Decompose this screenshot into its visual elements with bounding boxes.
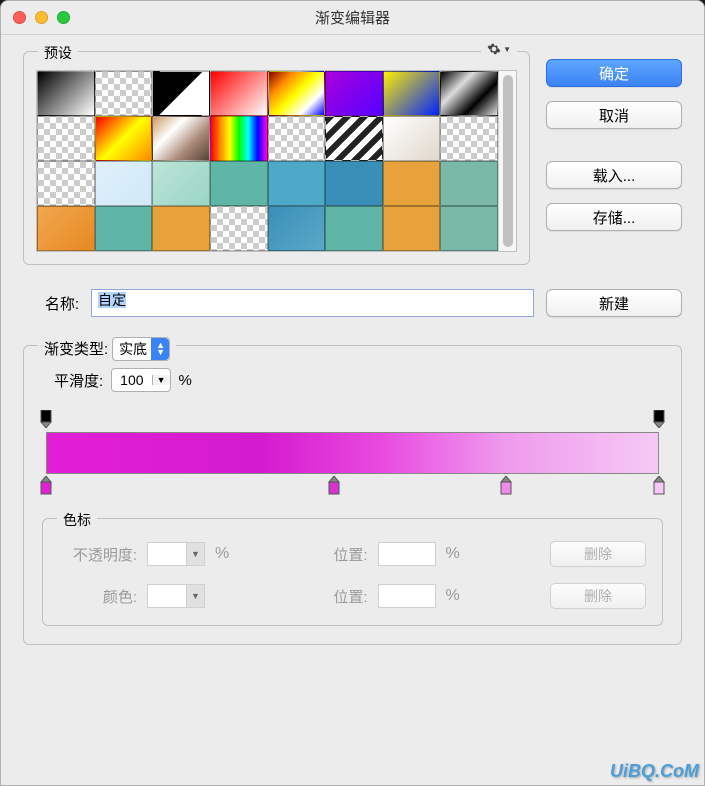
- color-stop[interactable]: [652, 476, 666, 496]
- smoothness-input[interactable]: 100 ▼: [111, 368, 170, 392]
- gradient-type-label: 渐变类型:: [44, 341, 108, 358]
- preset-swatch[interactable]: [268, 71, 326, 116]
- preset-swatch[interactable]: [210, 116, 268, 161]
- presets-scrollbar[interactable]: [498, 71, 516, 251]
- opacity-position-input[interactable]: [378, 542, 436, 566]
- preset-swatch[interactable]: [152, 161, 210, 206]
- gradient-type-panel: 渐变类型: 实底 ▲▼ 平滑度: 100 ▼ % 色标: [23, 345, 682, 645]
- opacity-stop[interactable]: [39, 410, 53, 428]
- preset-swatch[interactable]: [152, 71, 210, 116]
- presets-panel: 预设 ▼: [23, 51, 530, 265]
- position-unit: %: [446, 545, 460, 563]
- preset-swatch[interactable]: [325, 116, 383, 161]
- preset-swatch[interactable]: [383, 206, 441, 251]
- name-label: 名称:: [23, 293, 79, 314]
- preset-swatch[interactable]: [37, 116, 95, 161]
- side-buttons: 确定 取消 载入... 存储...: [546, 51, 682, 265]
- gradient-type-group: 渐变类型: 实底 ▲▼: [38, 337, 176, 361]
- new-button[interactable]: 新建: [546, 289, 682, 317]
- chevron-down-icon[interactable]: ▼: [152, 375, 170, 385]
- preset-swatch[interactable]: [440, 71, 498, 116]
- stop-label: 色标: [57, 510, 97, 530]
- opacity-label: 不透明度:: [59, 544, 137, 565]
- presets-label: 预设: [38, 43, 78, 63]
- color-position-input[interactable]: [378, 584, 436, 608]
- window-title: 渐变编辑器: [1, 7, 704, 28]
- load-button[interactable]: 载入...: [546, 161, 682, 189]
- preset-swatch[interactable]: [325, 71, 383, 116]
- preset-swatch[interactable]: [325, 161, 383, 206]
- save-button[interactable]: 存储...: [546, 203, 682, 231]
- position-label: 位置:: [320, 544, 368, 565]
- preset-swatch[interactable]: [37, 206, 95, 251]
- cancel-button[interactable]: 取消: [546, 101, 682, 129]
- preset-swatch[interactable]: [268, 206, 326, 251]
- color-stop[interactable]: [499, 476, 513, 496]
- delete-opacity-button[interactable]: 删除: [550, 541, 646, 567]
- opacity-input[interactable]: ▼: [147, 542, 205, 566]
- color-label: 颜色:: [59, 586, 137, 607]
- gradient-type-select[interactable]: 实底 ▲▼: [112, 337, 170, 361]
- preset-swatch[interactable]: [37, 161, 95, 206]
- position-label: 位置:: [320, 586, 368, 607]
- preset-swatch[interactable]: [268, 116, 326, 161]
- preset-swatch[interactable]: [383, 161, 441, 206]
- gradient-bar[interactable]: [46, 432, 659, 474]
- preset-swatch[interactable]: [440, 206, 498, 251]
- preset-swatch[interactable]: [95, 161, 153, 206]
- preset-swatch[interactable]: [383, 116, 441, 161]
- color-stop[interactable]: [327, 476, 341, 496]
- updown-icon: ▲▼: [156, 342, 165, 356]
- preset-swatch[interactable]: [383, 71, 441, 116]
- preset-swatch[interactable]: [95, 206, 153, 251]
- opacity-stop[interactable]: [652, 410, 666, 428]
- opacity-unit: %: [215, 545, 229, 563]
- smoothness-unit: %: [179, 372, 192, 389]
- content: 预设 ▼ 确定 取消 载入... 存储... 名称: 自定 新建: [1, 35, 704, 661]
- preset-swatch[interactable]: [152, 206, 210, 251]
- minimize-icon[interactable]: [35, 11, 48, 24]
- color-input[interactable]: ▼: [147, 584, 205, 608]
- chevron-down-icon: ▼: [503, 45, 511, 54]
- preset-swatch[interactable]: [268, 161, 326, 206]
- color-stop[interactable]: [39, 476, 53, 496]
- smoothness-label: 平滑度:: [54, 370, 103, 391]
- preset-swatch[interactable]: [440, 161, 498, 206]
- preset-swatch[interactable]: [152, 116, 210, 161]
- preset-swatch[interactable]: [95, 116, 153, 161]
- presets-menu[interactable]: ▼: [481, 42, 517, 56]
- preset-swatch[interactable]: [325, 206, 383, 251]
- color-stops-track[interactable]: [46, 476, 659, 498]
- watermark: UiBQ.CoM: [610, 761, 699, 782]
- maximize-icon[interactable]: [57, 11, 70, 24]
- chevron-down-icon: ▼: [186, 585, 204, 607]
- preset-swatch[interactable]: [210, 206, 268, 251]
- name-input[interactable]: 自定: [91, 289, 534, 317]
- preset-swatch[interactable]: [37, 71, 95, 116]
- preset-swatch[interactable]: [95, 71, 153, 116]
- gear-icon: [487, 42, 501, 56]
- presets-grid: [36, 70, 517, 252]
- gradient-bar-area: [46, 410, 659, 510]
- chevron-down-icon: ▼: [186, 543, 204, 565]
- window-controls: [13, 11, 70, 24]
- opacity-stops-track[interactable]: [46, 410, 659, 430]
- position-unit: %: [446, 587, 460, 605]
- titlebar: 渐变编辑器: [1, 1, 704, 35]
- preset-swatch[interactable]: [440, 116, 498, 161]
- stop-panel: 色标 不透明度: ▼ % 位置: % 删除 颜色: ▼ %: [42, 518, 663, 626]
- ok-button[interactable]: 确定: [546, 59, 682, 87]
- preset-swatch[interactable]: [210, 161, 268, 206]
- preset-swatch[interactable]: [210, 71, 268, 116]
- close-icon[interactable]: [13, 11, 26, 24]
- delete-color-button[interactable]: 删除: [550, 583, 646, 609]
- gradient-editor-window: 渐变编辑器 预设 ▼ 确定 取消 载入... 存储...: [0, 0, 705, 786]
